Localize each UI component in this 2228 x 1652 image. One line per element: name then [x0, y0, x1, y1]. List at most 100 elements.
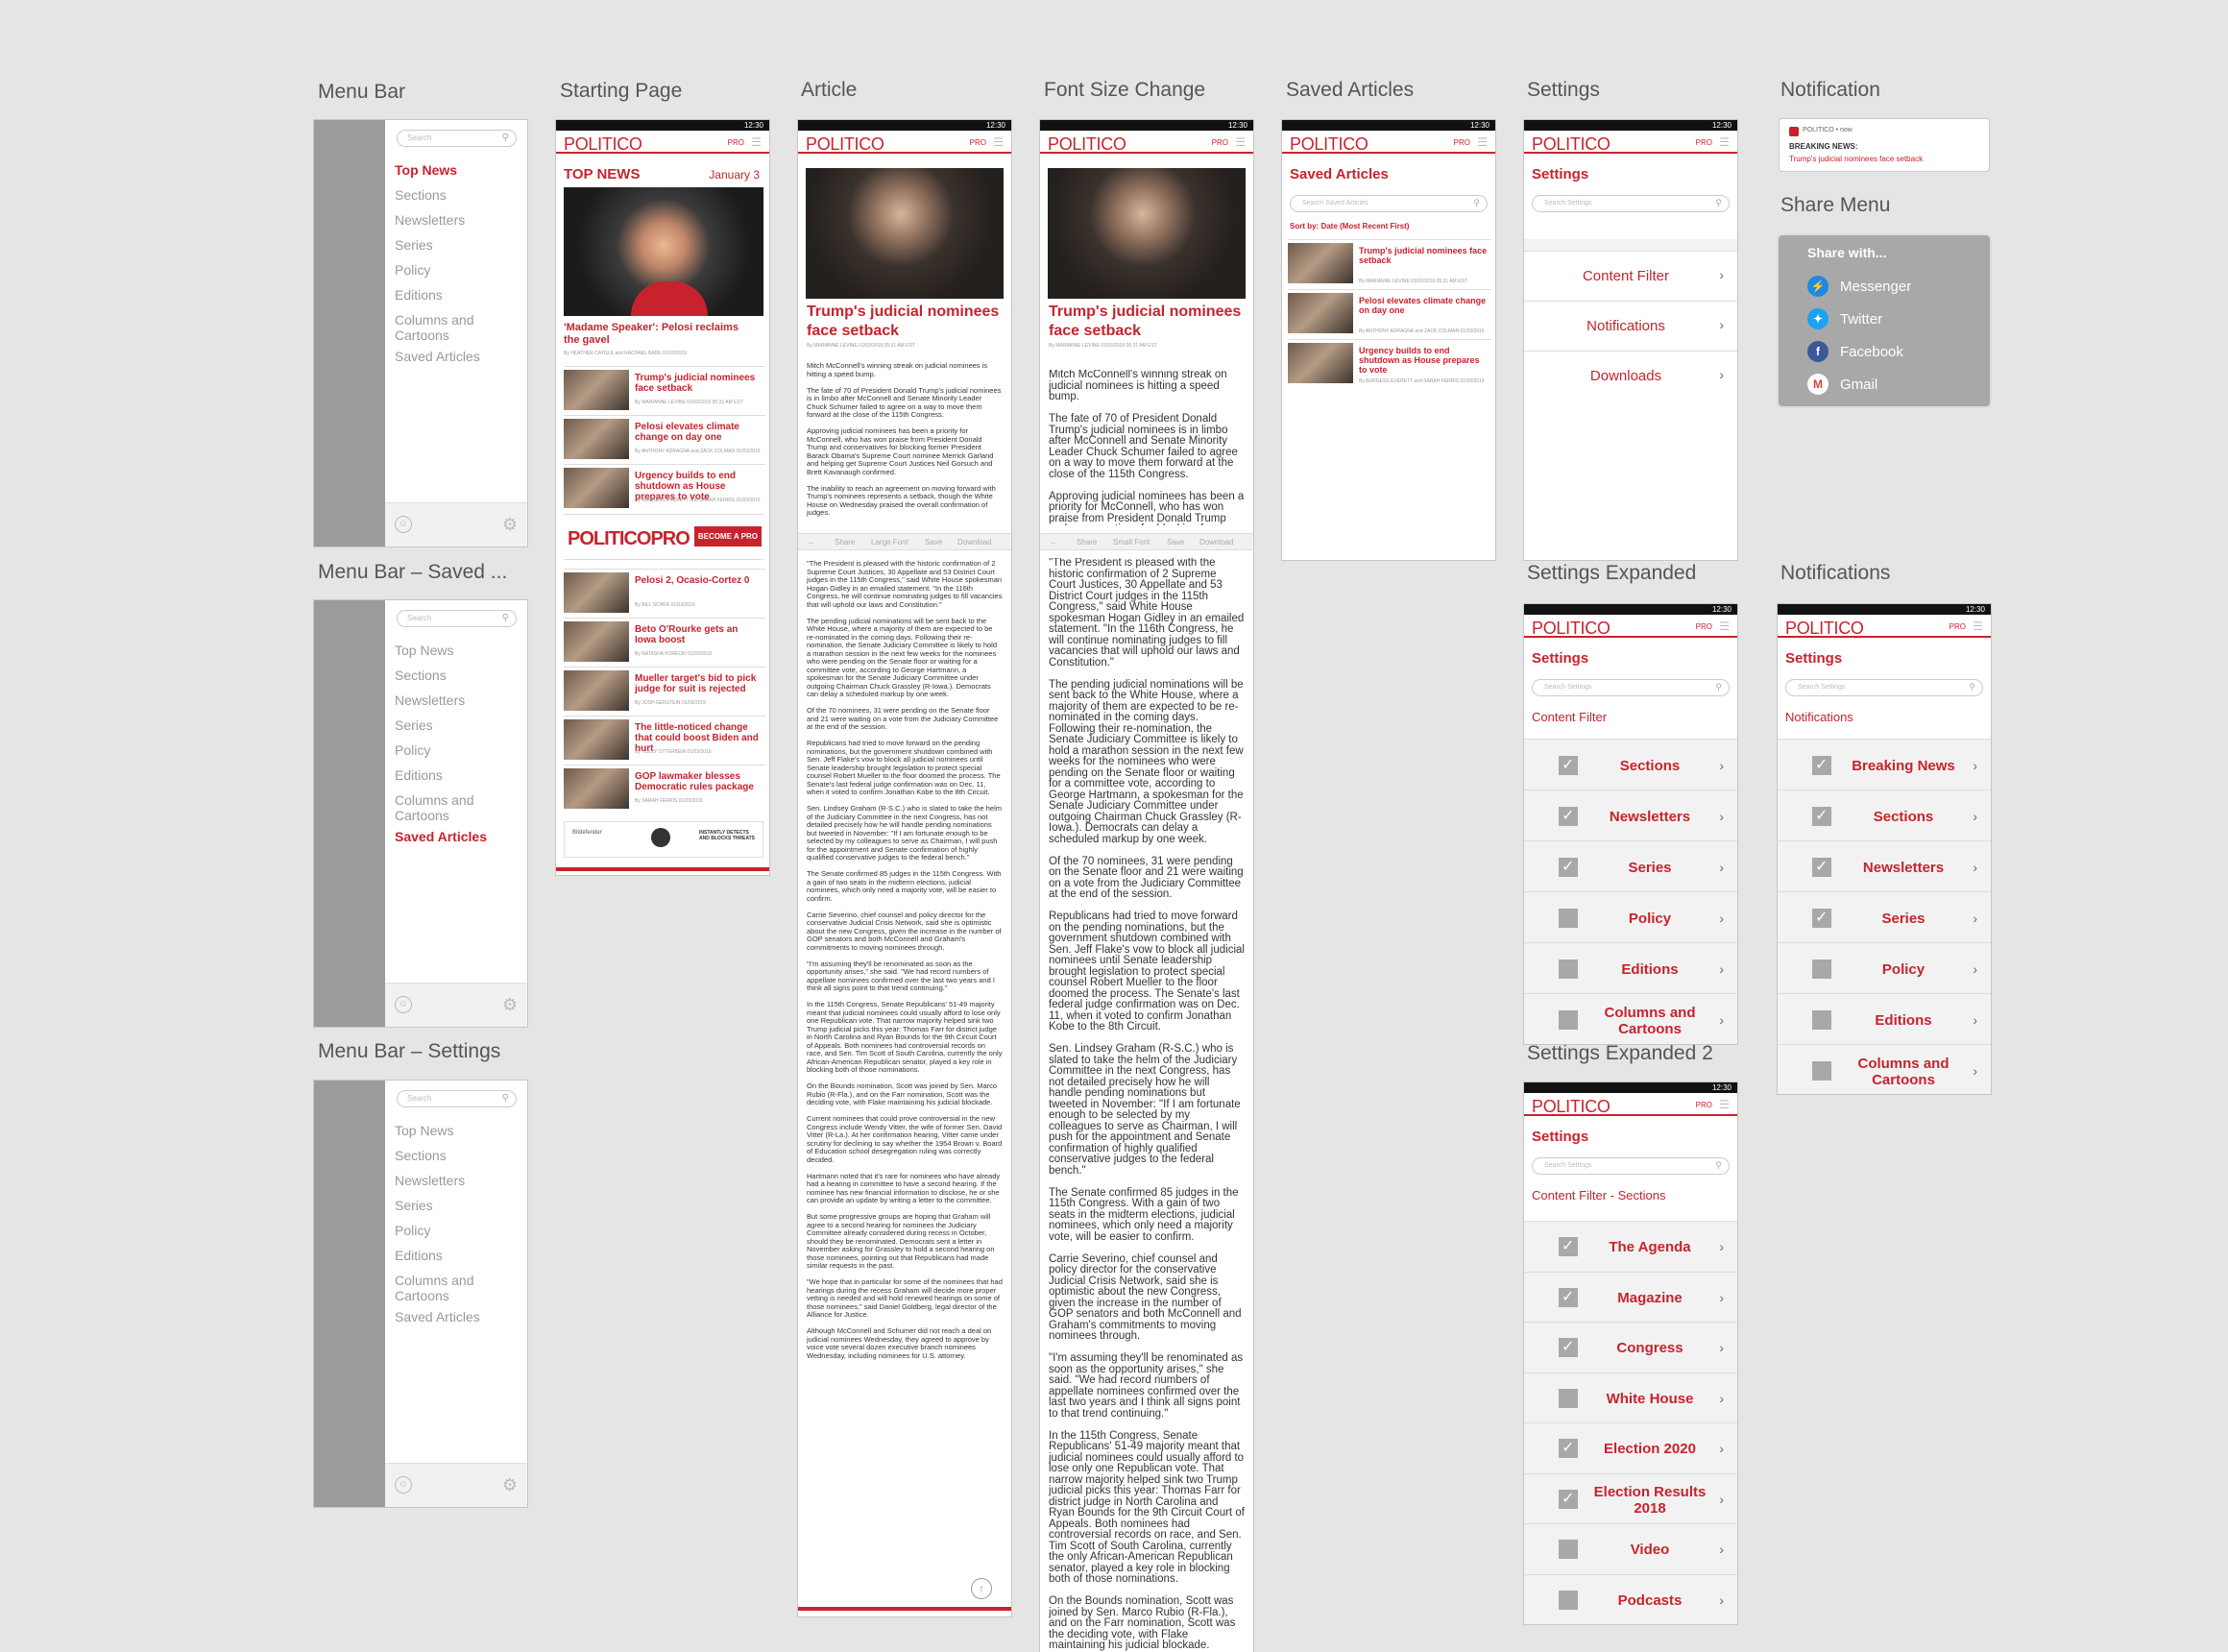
story-title[interactable]: GOP lawmaker blesses Democratic rules pa…: [635, 771, 762, 792]
story-row[interactable]: Urgency builds to end shutdown as House …: [564, 464, 765, 510]
filter-row[interactable]: Election Results 2018 ›: [1524, 1472, 1737, 1523]
user-icon[interactable]: ☺: [395, 996, 412, 1013]
hamburger-icon[interactable]: ☰: [1719, 135, 1730, 149]
pro-link[interactable]: PRO: [728, 138, 744, 147]
share-button[interactable]: Share: [1077, 538, 1097, 547]
checkbox[interactable]: [1559, 1010, 1578, 1030]
saved-title[interactable]: Urgency builds to end shutdown as House …: [1359, 346, 1488, 375]
checkbox[interactable]: [1559, 909, 1578, 928]
checkbox[interactable]: [1812, 806, 1831, 826]
menu-item-columns-and-cartoons[interactable]: Columns and Cartoons: [395, 792, 491, 823]
hamburger-icon[interactable]: ☰: [1235, 135, 1246, 149]
checkbox[interactable]: [1559, 960, 1578, 979]
menu-item-editions[interactable]: Editions: [395, 767, 491, 783]
filter-row[interactable]: Newsletters ›: [1778, 840, 1991, 891]
filter-row[interactable]: White House ›: [1524, 1372, 1737, 1422]
menu-overlay-strip[interactable]: [314, 1081, 385, 1507]
politico-logo[interactable]: POLITICO: [564, 134, 642, 155]
menu-item-series[interactable]: Series: [395, 717, 491, 733]
saved-article-row[interactable]: Urgency builds to end shutdown as House …: [1288, 339, 1491, 385]
checkbox[interactable]: [1559, 1388, 1578, 1408]
checkbox[interactable]: [1559, 755, 1578, 775]
gear-icon[interactable]: ⚙: [502, 1475, 518, 1495]
story-title[interactable]: Pelosi elevates climate change on day on…: [635, 422, 762, 443]
back-arrow-icon[interactable]: ←: [1050, 538, 1057, 547]
filter-row[interactable]: Policy ›: [1778, 942, 1991, 993]
filter-row[interactable]: Sections ›: [1778, 790, 1991, 840]
font-size-button[interactable]: Small Font: [1113, 538, 1150, 547]
settings-search-input[interactable]: Search Settings ⚲: [1785, 679, 1983, 696]
pro-link[interactable]: PRO: [970, 138, 986, 147]
politico-logo[interactable]: POLITICO: [1785, 619, 1864, 639]
story-row[interactable]: The little-noticed change that could boo…: [564, 716, 765, 762]
share-item-messenger[interactable]: ⚡ Messenger: [1807, 276, 1961, 299]
gear-icon[interactable]: ⚙: [502, 995, 518, 1015]
filter-row[interactable]: Columns and Cartoons ›: [1778, 1044, 1991, 1094]
checkbox[interactable]: [1559, 857, 1578, 877]
ad-banner[interactable]: Bitdefender INSTANTLY DETECTS AND BLOCKS…: [564, 821, 763, 858]
pro-link[interactable]: PRO: [1696, 138, 1712, 147]
checkbox[interactable]: [1812, 960, 1831, 979]
politico-logo[interactable]: POLITICO: [1532, 1097, 1610, 1117]
story-row[interactable]: GOP lawmaker blesses Democratic rules pa…: [564, 765, 765, 811]
menu-item-policy[interactable]: Policy: [395, 1223, 491, 1238]
menu-item-sections[interactable]: Sections: [395, 668, 491, 683]
menu-item-top-news[interactable]: Top News: [395, 643, 491, 658]
filter-row[interactable]: Series ›: [1524, 840, 1737, 891]
filter-row[interactable]: Sections ›: [1524, 739, 1737, 790]
menu-item-saved-articles[interactable]: Saved Articles: [395, 349, 491, 364]
become-pro-button[interactable]: BECOME A PRO: [693, 526, 762, 547]
saved-article-row[interactable]: Pelosi elevates climate change on day on…: [1288, 289, 1491, 335]
story-row[interactable]: Mueller target's bid to pick judge for s…: [564, 667, 765, 713]
settings-search-input[interactable]: Search Settings ⚲: [1532, 679, 1730, 696]
filter-row[interactable]: Editions ›: [1524, 942, 1737, 993]
menu-search-input[interactable]: Search ⚲: [397, 130, 517, 147]
story-row[interactable]: Trump's judicial nominees face setback By…: [564, 366, 765, 412]
checkbox[interactable]: [1559, 1590, 1578, 1610]
save-button[interactable]: Save: [1167, 538, 1184, 547]
checkbox[interactable]: [1559, 1236, 1578, 1256]
menu-item-series[interactable]: Series: [395, 1198, 491, 1213]
menu-item-top-news[interactable]: Top News: [395, 162, 491, 178]
saved-title[interactable]: Pelosi elevates climate change on day on…: [1359, 296, 1488, 315]
user-icon[interactable]: ☺: [395, 516, 412, 533]
story-row[interactable]: Pelosi 2, Ocasio-Cortez 0 By BILL SCHER 0…: [564, 569, 765, 615]
filter-row[interactable]: Congress ›: [1524, 1322, 1737, 1373]
scroll-top-icon[interactable]: ↑: [971, 1578, 992, 1599]
story-title[interactable]: Beto O'Rourke gets an Iowa boost: [635, 624, 762, 645]
menu-item-editions[interactable]: Editions: [395, 1248, 491, 1263]
checkbox[interactable]: [1559, 1489, 1578, 1509]
save-button[interactable]: Save: [925, 538, 942, 547]
settings-breadcrumb[interactable]: Content Filter - Sections: [1532, 1188, 1665, 1203]
checkbox[interactable]: [1559, 1337, 1578, 1357]
back-arrow-icon[interactable]: ←: [808, 538, 815, 547]
menu-item-newsletters[interactable]: Newsletters: [395, 212, 491, 228]
menu-item-newsletters[interactable]: Newsletters: [395, 1173, 491, 1188]
story-row[interactable]: Pelosi elevates climate change on day on…: [564, 415, 765, 461]
lead-title[interactable]: 'Madame Speaker': Pelosi reclaims the ga…: [564, 322, 756, 347]
filter-row[interactable]: Magazine ›: [1524, 1271, 1737, 1322]
settings-breadcrumb[interactable]: Notifications: [1785, 710, 1853, 724]
settings-search-input[interactable]: Search Settings ⚲: [1532, 195, 1730, 212]
download-button[interactable]: Download: [957, 538, 992, 547]
menu-search-input[interactable]: Search ⚲: [397, 1090, 517, 1107]
politico-logo[interactable]: POLITICO: [1048, 134, 1126, 155]
politico-logo[interactable]: POLITICO: [1290, 134, 1368, 155]
hamburger-icon[interactable]: ☰: [1719, 1098, 1730, 1111]
menu-item-saved-articles[interactable]: Saved Articles: [395, 1309, 491, 1324]
menu-item-sections[interactable]: Sections: [395, 1148, 491, 1163]
politico-logo[interactable]: POLITICO: [1532, 134, 1610, 155]
filter-row[interactable]: Podcasts ›: [1524, 1573, 1737, 1624]
font-size-button[interactable]: Large Font: [871, 538, 908, 547]
gear-icon[interactable]: ⚙: [502, 515, 518, 535]
filter-row[interactable]: Election 2020 ›: [1524, 1422, 1737, 1473]
hamburger-icon[interactable]: ☰: [993, 135, 1004, 149]
pro-link[interactable]: PRO: [1696, 1101, 1712, 1109]
menu-item-editions[interactable]: Editions: [395, 287, 491, 303]
checkbox[interactable]: [1559, 1540, 1578, 1559]
pro-link[interactable]: PRO: [1454, 138, 1470, 147]
hamburger-icon[interactable]: ☰: [1973, 620, 1983, 633]
checkbox[interactable]: [1559, 1287, 1578, 1307]
pro-link[interactable]: PRO: [1950, 622, 1966, 631]
menu-item-top-news[interactable]: Top News: [395, 1123, 491, 1138]
